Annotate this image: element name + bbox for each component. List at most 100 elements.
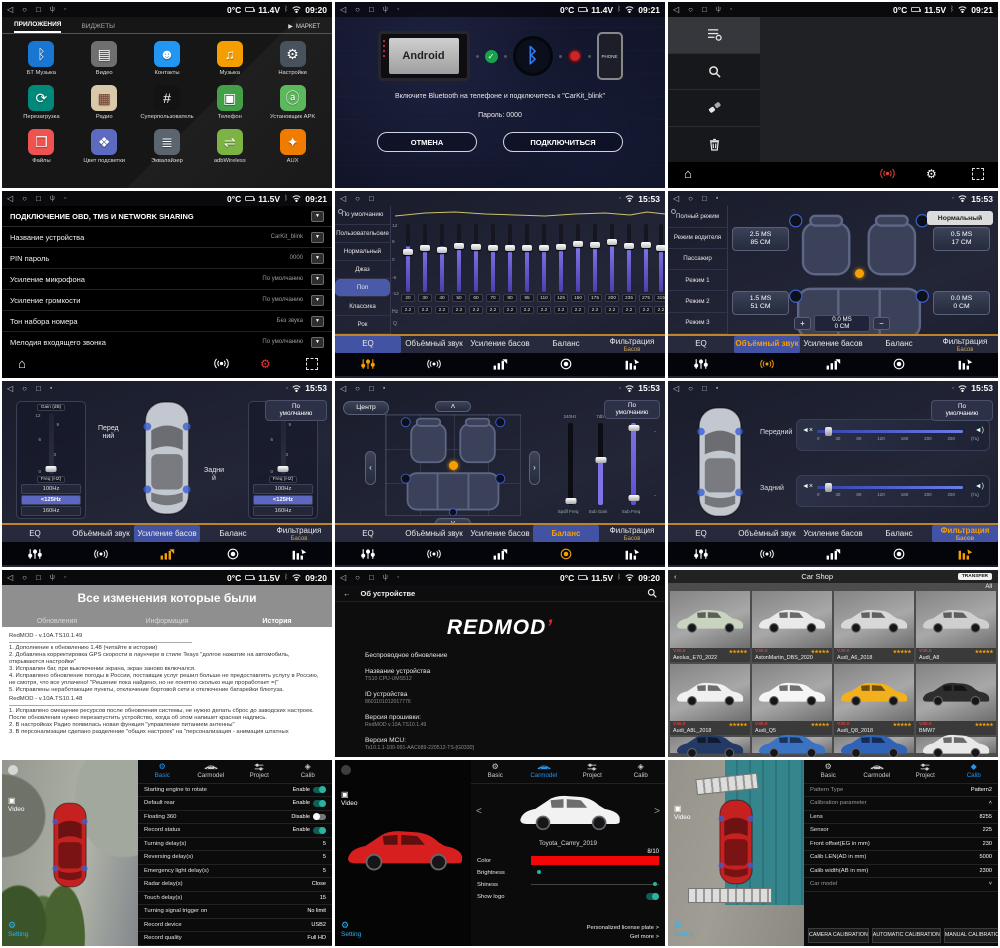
back-icon[interactable]: ◁ xyxy=(673,384,679,393)
eq-band-slider[interactable] xyxy=(401,224,415,291)
setting-row[interactable]: Floating 360Disable xyxy=(138,811,332,825)
tab-basic[interactable]: ⚙Basic xyxy=(804,760,853,783)
setting-row[interactable]: Turning signal trigger onNo limit xyxy=(138,905,332,919)
shiness-row[interactable]: Shiness xyxy=(471,879,665,891)
tab-surround[interactable]: Объёмный звук xyxy=(401,525,467,542)
home-circle-icon[interactable]: ○ xyxy=(355,573,360,582)
show-logo-row[interactable]: Show logo xyxy=(471,891,665,903)
mode-1[interactable]: Режим 1 xyxy=(668,270,727,291)
app-phone[interactable]: ▣Телефон xyxy=(198,85,261,120)
tab-project[interactable]: Project xyxy=(901,760,950,783)
eq-band-slider[interactable] xyxy=(418,224,432,291)
tab-information[interactable]: Информация xyxy=(112,618,222,625)
front-left-delay-button[interactable]: 2.5 MS85 CM xyxy=(732,227,789,251)
recents-icon[interactable]: □ xyxy=(36,573,41,582)
clear-button[interactable] xyxy=(668,90,760,127)
setting-row[interactable]: Emergency light delay(s)5 xyxy=(138,865,332,879)
tab-basic[interactable]: ⚙Basic xyxy=(471,760,520,783)
plus-button[interactable]: + xyxy=(794,317,811,330)
preset-default[interactable]: По умолчанию xyxy=(335,206,390,224)
setting-row[interactable]: Record qualityFull HD xyxy=(138,932,332,946)
balance-icon[interactable] xyxy=(533,358,599,370)
rear-freq-100[interactable]: 100Hz xyxy=(253,484,313,494)
eq-band-slider[interactable] xyxy=(654,224,665,291)
sub-gain-slider[interactable] xyxy=(598,423,603,505)
setting-row[interactable]: Touch delay(s)15 xyxy=(138,892,332,906)
tab-eq[interactable]: EQ xyxy=(668,336,734,353)
car-card[interactable]: V30.0★★★★★Audi_Q5 xyxy=(752,664,832,735)
tab-balance[interactable]: Баланс xyxy=(200,525,266,542)
eq-band-slider[interactable] xyxy=(605,224,619,291)
setting-row[interactable]: Мелодия входящего звонкаПо умолчанию▼ xyxy=(2,332,332,353)
home-circle-icon[interactable]: ○ xyxy=(22,194,27,203)
tab-balance[interactable]: Баланс xyxy=(533,336,599,353)
eq-band-slider[interactable] xyxy=(503,224,517,291)
app-video[interactable]: ▤Видео xyxy=(73,41,136,76)
app-music[interactable]: ♫Музыка xyxy=(198,41,261,76)
bass-boost-icon[interactable] xyxy=(467,358,533,370)
app-superuser[interactable]: #Суперпользователь xyxy=(136,85,199,120)
spdif-freq-slider[interactable] xyxy=(568,423,573,505)
speaker-icon[interactable]: ◄) xyxy=(975,427,984,434)
app-equalizer[interactable]: ≣Эквалайзер xyxy=(136,129,199,164)
search-icon[interactable] xyxy=(647,588,657,598)
setting-row[interactable]: Car model˅ xyxy=(804,878,998,892)
tab-calib[interactable]: ◆Calib xyxy=(950,760,999,783)
eq-band-slider[interactable] xyxy=(435,224,449,291)
preset-classic[interactable]: Классика xyxy=(335,297,390,315)
color-row[interactable]: Color xyxy=(471,855,665,867)
filter-icon[interactable] xyxy=(932,548,998,560)
minus-button[interactable]: − xyxy=(873,317,890,330)
tab-surround[interactable]: Объёмный звук xyxy=(734,525,800,542)
setting-row[interactable]: PIN пароль0000▼ xyxy=(2,248,332,269)
recents-icon[interactable]: □ xyxy=(369,5,374,14)
back-icon[interactable]: ◁ xyxy=(673,194,679,203)
back-icon[interactable]: ◁ xyxy=(7,5,13,14)
preset-pop[interactable]: Поп xyxy=(335,279,390,297)
section-collapse-button[interactable]: ▼ xyxy=(311,211,324,222)
setting-row[interactable]: Pattern TypePattern2 xyxy=(804,784,998,798)
cancel-button[interactable]: ОТМЕНА xyxy=(377,132,477,152)
back-icon[interactable]: ◁ xyxy=(340,573,346,582)
home-circle-icon[interactable]: ○ xyxy=(688,5,693,14)
signal-button[interactable] xyxy=(214,358,229,369)
back-icon[interactable]: ◁ xyxy=(340,5,346,14)
eq-band-slider[interactable] xyxy=(571,224,585,291)
tab-surround[interactable]: Объёмный звук xyxy=(734,336,800,353)
mode-full[interactable]: Полный режим xyxy=(668,206,727,227)
tab-widgets[interactable]: ВИДЖЕТЫ xyxy=(81,23,114,33)
speaker-icon[interactable]: ◄) xyxy=(975,483,984,490)
connect-button[interactable]: ПОДКЛЮЧИТЬСЯ xyxy=(503,132,623,152)
tab-calib[interactable]: ◈Calib xyxy=(284,760,333,783)
setting-label[interactable]: ⚙Setting xyxy=(674,920,694,938)
mode-3[interactable]: Режим 3 xyxy=(668,313,727,334)
tab-carmodel[interactable]: Carmodel xyxy=(520,760,569,783)
back-icon[interactable]: ◁ xyxy=(340,194,346,203)
recents-icon[interactable]: □ xyxy=(36,384,41,393)
center-button[interactable]: Центр xyxy=(343,401,389,415)
rear-gain-handle[interactable] xyxy=(278,466,289,472)
car-card-partial[interactable] xyxy=(752,737,832,753)
app-apk-installer[interactable]: ⓐУстановщик APK xyxy=(261,85,324,120)
mute-icon[interactable]: ◄× xyxy=(802,427,813,434)
recents-icon[interactable]: □ xyxy=(369,194,374,203)
recents-icon[interactable]: □ xyxy=(36,5,41,14)
tab-project[interactable]: Project xyxy=(568,760,617,783)
next-car-arrow[interactable]: > xyxy=(654,806,660,817)
dropdown-button[interactable]: ▼ xyxy=(311,274,324,285)
car-card[interactable]: V30.0★★★★★Audi_A6_2018 xyxy=(834,591,914,662)
eq-icon[interactable] xyxy=(2,548,68,560)
home-circle-icon[interactable]: ○ xyxy=(22,573,27,582)
car-card[interactable]: V30.0★★★★★Audi_Q8_2018 xyxy=(834,664,914,735)
toggle-on[interactable] xyxy=(313,800,326,807)
setting-row[interactable]: Starting engine to rotateEnable xyxy=(138,784,332,798)
prev-car-arrow[interactable]: < xyxy=(476,806,482,817)
front-freq-100[interactable]: 100Hz xyxy=(21,484,81,494)
eq-band-slider[interactable] xyxy=(520,224,534,291)
toggle-on[interactable] xyxy=(313,787,326,794)
video-label[interactable]: ▣Video xyxy=(674,804,691,821)
eq-icon[interactable] xyxy=(335,358,401,370)
tab-history[interactable]: История xyxy=(222,618,332,625)
eq-band-slider[interactable] xyxy=(537,224,551,291)
back-icon[interactable]: ◁ xyxy=(673,5,679,14)
